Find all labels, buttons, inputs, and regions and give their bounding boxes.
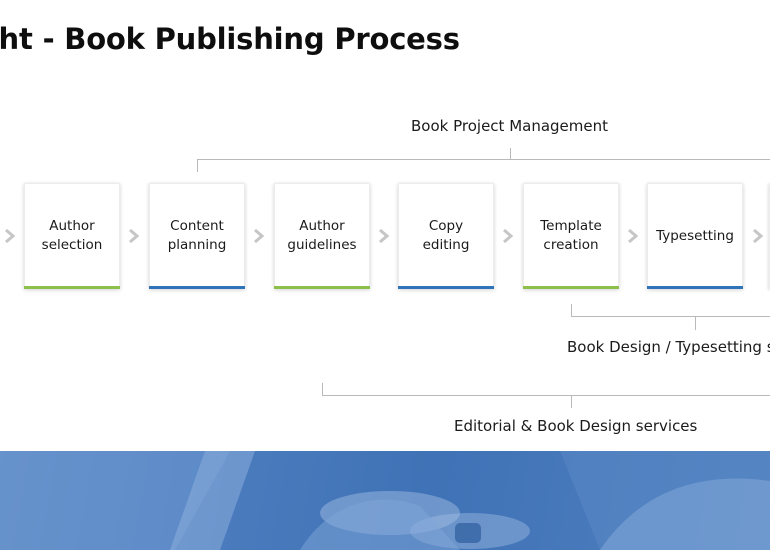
step-label: Author guidelines: [287, 218, 357, 253]
chevron-right-icon: [129, 229, 140, 243]
book-design-typesetting-bracket: [571, 304, 770, 330]
step-label: Template creation: [540, 218, 602, 253]
chevron-right-icon: [5, 229, 16, 243]
step-card-typesetting[interactable]: Typesetting: [647, 183, 743, 289]
step-label: Author selection: [41, 218, 103, 253]
step-accent-bar: [398, 286, 494, 289]
step-accent-bar: [24, 286, 120, 289]
chevron-right-icon: [628, 229, 639, 243]
editorial-book-design-label: Editorial & Book Design services: [454, 417, 698, 435]
background-photo: [0, 451, 770, 550]
chevron-right-icon: [753, 229, 764, 243]
page-title: ght - Book Publishing Process: [0, 22, 460, 56]
chevron-right-icon: [503, 229, 514, 243]
book-project-management-bracket: [197, 148, 770, 172]
step-accent-bar: [149, 286, 245, 289]
step-card-content-planning[interactable]: Content planning: [149, 183, 245, 289]
step-label: Typesetting: [656, 227, 734, 244]
step-card-author-selection[interactable]: Author selection: [24, 183, 120, 289]
step-accent-bar: [274, 286, 370, 289]
step-accent-bar: [523, 286, 619, 289]
book-design-typesetting-label: Book Design / Typesetting s: [567, 338, 770, 356]
chevron-right-icon: [254, 229, 265, 243]
step-card-copy-editing[interactable]: Copy editing: [398, 183, 494, 289]
book-project-management-label: Book Project Management: [411, 117, 608, 135]
step-card-template-creation[interactable]: Template creation: [523, 183, 619, 289]
step-label: Content planning: [167, 218, 227, 253]
chevron-right-icon: [379, 229, 390, 243]
step-accent-bar: [647, 286, 743, 289]
photo-illustration: [0, 451, 770, 550]
step-card-author-guidelines[interactable]: Author guidelines: [274, 183, 370, 289]
step-label: Copy editing: [422, 218, 470, 253]
editorial-book-design-bracket: [322, 383, 770, 408]
